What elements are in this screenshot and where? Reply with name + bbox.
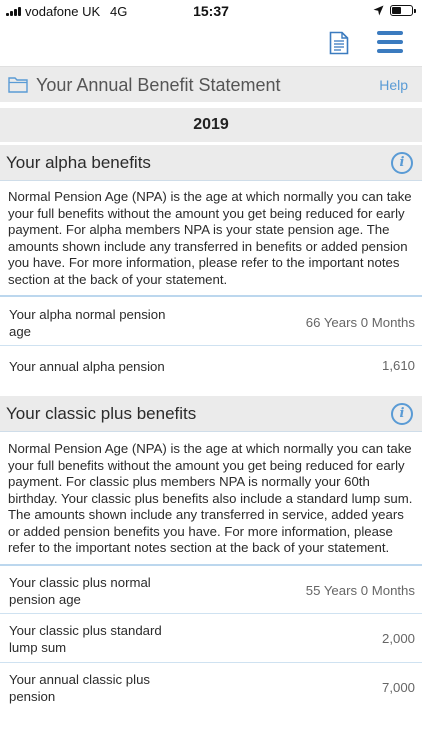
alpha-pension-value: 1,610 bbox=[381, 358, 415, 373]
alpha-section-header: Your alpha benefits i bbox=[0, 145, 422, 181]
classic-plus-section-header: Your classic plus benefits i bbox=[0, 396, 422, 432]
folder-icon bbox=[8, 77, 28, 93]
alpha-pension-label: Your annual alpha pension bbox=[9, 359, 165, 374]
classic-plus-npa-row: Your classic plus normal pension age 55 … bbox=[0, 564, 422, 613]
classic-plus-lump-sum-row: Your classic plus standard lump sum 2,00… bbox=[0, 613, 422, 662]
alpha-info-icon[interactable]: i bbox=[391, 152, 413, 174]
app-bar bbox=[0, 22, 422, 66]
menu-icon[interactable] bbox=[377, 31, 403, 53]
classic-plus-pension-row: Your annual classic plus pension 7,000 bbox=[0, 662, 422, 712]
alpha-npa-label: Your alpha normal pension age bbox=[9, 307, 166, 339]
classic-plus-pension-value: 7,000 bbox=[381, 680, 415, 695]
alpha-pension-row: Your annual alpha pension 1,610 bbox=[0, 345, 422, 395]
alpha-npa-value: 66 Years 0 Months bbox=[305, 315, 415, 330]
alpha-npa-row: Your alpha normal pension age 66 Years 0… bbox=[0, 295, 422, 345]
battery-icon bbox=[390, 5, 416, 16]
classic-plus-section-title: Your classic plus benefits bbox=[6, 404, 197, 423]
status-time: 15:37 bbox=[193, 3, 229, 19]
status-bar: vodafone UK 4G 15:37 bbox=[0, 0, 422, 22]
statement-year: 2019 bbox=[0, 108, 422, 142]
document-icon[interactable] bbox=[329, 31, 349, 55]
classic-plus-lump-sum-label: Your classic plus standard lump sum bbox=[9, 623, 162, 655]
classic-plus-npa-value: 55 Years 0 Months bbox=[305, 583, 415, 598]
classic-plus-lump-sum-value: 2,000 bbox=[381, 631, 415, 646]
alpha-description: Normal Pension Age (NPA) is the age at w… bbox=[8, 189, 412, 287]
classic-plus-info-icon[interactable]: i bbox=[391, 403, 413, 425]
alpha-section-title: Your alpha benefits bbox=[6, 153, 151, 172]
location-icon bbox=[373, 5, 384, 16]
help-link[interactable]: Help bbox=[379, 77, 408, 93]
page-title: Your Annual Benefit Statement bbox=[36, 75, 281, 95]
classic-plus-npa-label: Your classic plus normal pension age bbox=[9, 575, 151, 607]
classic-plus-description: Normal Pension Age (NPA) is the age at w… bbox=[8, 441, 413, 555]
classic-plus-pension-label: Your annual classic plus pension bbox=[9, 672, 150, 704]
statement-title-bar: Your Annual Benefit Statement Help bbox=[0, 66, 422, 102]
